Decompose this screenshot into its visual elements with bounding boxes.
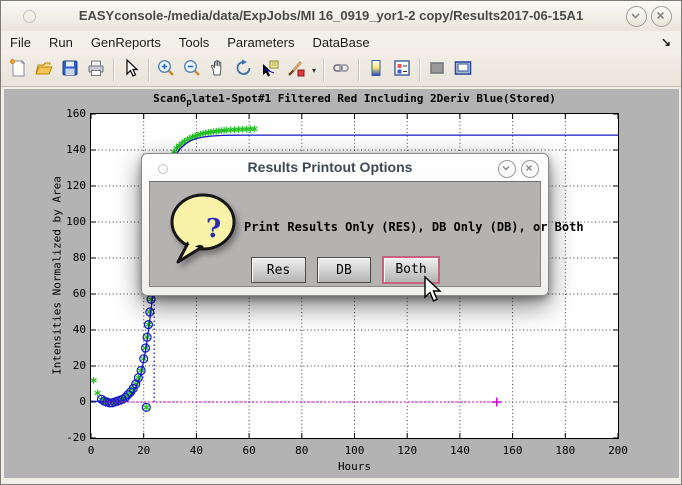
menu-run[interactable]: Run: [40, 31, 82, 54]
toolbar-separator: [148, 59, 149, 81]
window-icon: [23, 10, 36, 23]
toolbar-separator: [358, 59, 359, 81]
y-tick-label: -20: [54, 431, 86, 444]
x-tick-label: 160: [496, 444, 530, 457]
x-tick-label: 140: [443, 444, 477, 457]
res-button[interactable]: Res: [251, 257, 306, 283]
menu-genreports[interactable]: GenReports: [82, 31, 170, 54]
x-tick-label: 0: [74, 444, 108, 457]
window-title: EASYconsole-/media/data/ExpJobs/MI 16_09…: [61, 1, 601, 31]
open-folder-icon: [34, 58, 54, 83]
save-figure-button[interactable]: [57, 57, 83, 83]
toolbar-separator: [323, 59, 324, 81]
brush-data-button[interactable]: [283, 57, 309, 83]
x-axis-label: Hours: [91, 460, 618, 473]
menu-tools[interactable]: Tools: [170, 31, 218, 54]
new-figure-button[interactable]: [5, 57, 31, 83]
print-icon: [86, 58, 106, 83]
dialog-titlebar[interactable]: Results Printout Options: [142, 154, 548, 181]
x-tick-label: 200: [601, 444, 635, 457]
dialog-minimize-button[interactable]: [498, 160, 516, 178]
brush-icon: [286, 58, 306, 83]
link-chain-icon: [331, 58, 351, 83]
data-cursor-button[interactable]: [257, 57, 283, 83]
dialog-message: Print Results Only (RES), DB Only (DB), …: [244, 220, 584, 234]
dialog-title: Results Printout Options: [182, 154, 478, 181]
zoom-in-button[interactable]: [153, 57, 179, 83]
figure-toolbar: ▾: [1, 54, 681, 87]
menu-overflow-arrow-icon[interactable]: ↘: [661, 31, 671, 54]
brush-dropdown-caret[interactable]: ▾: [309, 57, 319, 83]
dialog-content: ? Print Results Only (RES), DB Only (DB)…: [149, 181, 541, 287]
x-tick-label: 60: [232, 444, 266, 457]
pan-tool-button[interactable]: [205, 57, 231, 83]
menu-database[interactable]: DataBase: [303, 31, 378, 54]
question-bubble-icon: ?: [168, 192, 248, 279]
menu-parameters[interactable]: Parameters: [218, 31, 303, 54]
toolbar-separator: [419, 59, 420, 81]
zoom-out-icon: [182, 58, 202, 83]
plot-title: Scan6plate1-Spot#1 Filtered Red Includin…: [91, 92, 618, 108]
app-window: EASYconsole-/media/data/ExpJobs/MI 16_09…: [0, 0, 682, 485]
rotate-3d-icon: [234, 58, 254, 83]
link-plot-button[interactable]: [328, 57, 354, 83]
toolbar-separator: [113, 59, 114, 81]
x-tick-label: 20: [127, 444, 161, 457]
dialog-close-button[interactable]: [521, 160, 539, 178]
results-printout-dialog: Results Printout Options ? Print Results…: [141, 153, 549, 296]
window-minimize-button[interactable]: [626, 6, 647, 27]
insert-legend-button[interactable]: [389, 57, 415, 83]
pan-hand-icon: [208, 58, 228, 83]
data-cursor-icon: [260, 58, 280, 83]
menu-file[interactable]: File: [1, 31, 40, 54]
window-titlebar[interactable]: EASYconsole-/media/data/ExpJobs/MI 16_09…: [1, 1, 681, 32]
x-tick-label: 40: [179, 444, 213, 457]
show-plot-tools-dock-icon: [453, 58, 473, 83]
hide-plot-tools-button[interactable]: [424, 57, 450, 83]
menu-bar: File Run GenReports Tools Parameters Dat…: [1, 31, 681, 54]
zoom-out-button[interactable]: [179, 57, 205, 83]
insert-colorbar-button[interactable]: [363, 57, 389, 83]
colorbar-icon: [366, 58, 386, 83]
x-tick-label: 120: [390, 444, 424, 457]
open-file-button[interactable]: [31, 57, 57, 83]
legend-icon: [392, 58, 412, 83]
x-tick-label: 80: [285, 444, 319, 457]
x-tick-label: 180: [548, 444, 582, 457]
zoom-in-icon: [156, 58, 176, 83]
print-figure-button[interactable]: [83, 57, 109, 83]
question-mark-glyph: ?: [206, 214, 221, 244]
save-icon: [60, 58, 80, 83]
x-tick-label: 100: [338, 444, 372, 457]
y-tick-label: 160: [54, 107, 86, 120]
window-close-button[interactable]: [651, 6, 672, 27]
y-tick-label: 140: [54, 143, 86, 156]
pointer-tool-button[interactable]: [118, 57, 144, 83]
rotate-3d-button[interactable]: [231, 57, 257, 83]
show-plot-tools-dock-button[interactable]: [450, 57, 476, 83]
mouse-cursor-icon: [421, 275, 443, 310]
db-button[interactable]: DB: [317, 257, 371, 283]
new-document-icon: [8, 58, 28, 83]
pointer-arrow-icon: [121, 58, 141, 83]
y-axis-label: Intensities Normalized by Area: [51, 161, 64, 391]
dialog-window-icon: [158, 164, 168, 174]
y-tick-label: 0: [54, 395, 86, 408]
hide-plot-tools-icon: [427, 58, 447, 83]
